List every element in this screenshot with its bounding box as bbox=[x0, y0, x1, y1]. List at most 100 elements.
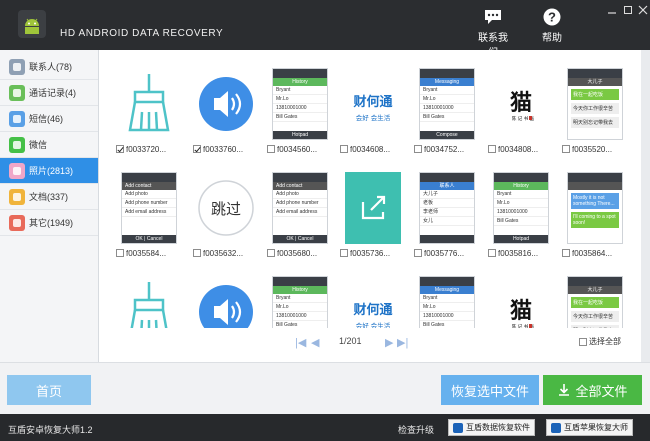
thumbnail-checkbox[interactable] bbox=[267, 145, 275, 153]
recover-selected-button[interactable]: 恢复选中文件 bbox=[441, 375, 539, 405]
close-icon[interactable] bbox=[637, 4, 649, 16]
mock-header: History bbox=[273, 286, 327, 294]
photo-thumbnail[interactable]: HistoryBryantMr.Lo13810001000Bill GatesH… bbox=[488, 172, 551, 258]
photo-thumbnail[interactable]: HistoryBryantMr.Lo13810001000Bill GatesH… bbox=[267, 68, 330, 154]
thumbnail-checkbox[interactable] bbox=[488, 249, 496, 257]
thumbnail-image[interactable]: Messaging Bryant Mr.Lo 13810001000 Bill Gate… bbox=[419, 68, 475, 140]
sidebar-item-sms[interactable]: 短信(46) bbox=[0, 106, 98, 132]
select-all-checkbox[interactable]: 选择全部 bbox=[579, 336, 621, 347]
photo-thumbnail[interactable] bbox=[198, 276, 256, 328]
thumbnail-image[interactable]: Add contact Add photo Add phone number Add … bbox=[121, 172, 177, 244]
thumbnail-image[interactable] bbox=[345, 172, 401, 244]
photo-thumbnail[interactable]: f0033760... bbox=[193, 68, 256, 154]
mock-header: 联系人 bbox=[420, 182, 474, 190]
photo-thumbnail[interactable]: HistoryBryantMr.Lo13810001000Bill GatesH… bbox=[272, 276, 330, 328]
thumbnail-image[interactable]: 联系人 大儿子 老板 李老师 女儿 bbox=[419, 172, 475, 244]
select-all-box[interactable] bbox=[579, 337, 587, 346]
thumbnail-checkbox[interactable] bbox=[116, 145, 124, 153]
sidebar-item-call-log[interactable]: 通话记录(4) bbox=[0, 80, 98, 106]
mock-row: Add phone number bbox=[273, 199, 327, 208]
thumbnail-checkbox[interactable] bbox=[340, 249, 348, 257]
minimize-icon[interactable] bbox=[606, 4, 618, 16]
sidebar-item-label: 短信(46) bbox=[29, 114, 64, 124]
thumbnail-checkbox[interactable] bbox=[562, 145, 570, 153]
sidebar-item-wechat[interactable]: 微信 bbox=[0, 132, 98, 158]
mock-row: Mr.Lo bbox=[420, 95, 474, 104]
thumbnail-image[interactable]: HistoryBryantMr.Lo13810001000Bill GatesH… bbox=[493, 172, 549, 244]
check-upgrade-link[interactable]: 检查升级 bbox=[398, 423, 434, 436]
mock-row: Mr.Lo bbox=[420, 303, 474, 312]
prev-page-icon[interactable]: ◀ bbox=[311, 336, 319, 349]
help-button[interactable]: ? 帮助 bbox=[540, 8, 564, 44]
sidebar-item-label: 文档(337) bbox=[29, 192, 69, 202]
last-page-icon[interactable]: ▶| bbox=[397, 336, 408, 349]
photo-thumbnail[interactable]: Messaging Bryant Mr.Lo 13810001000 Bill Gate… bbox=[414, 68, 477, 154]
photo-thumbnail[interactable]: 跳过 f0035632... bbox=[193, 172, 256, 258]
thumbnail-image[interactable]: 大儿子我在一起吃饭今天你工作很辛苦明天别忘记带我去 bbox=[567, 276, 623, 328]
mock-row: 大儿子 bbox=[420, 190, 474, 199]
sidebar-item-contacts[interactable]: 联系人(78) bbox=[0, 54, 98, 80]
thumbnail-checkbox[interactable] bbox=[488, 145, 496, 153]
thumbnail-checkbox[interactable] bbox=[414, 145, 422, 153]
thumbnail-checkbox[interactable] bbox=[267, 249, 275, 257]
chat-bubble: I'll coming to a spot soon! bbox=[571, 212, 619, 228]
thumbnail-image[interactable]: 财何通 会好 会生活 bbox=[345, 68, 401, 140]
thumbnail-checkbox[interactable] bbox=[562, 249, 570, 257]
mock-row: 13810001000 bbox=[273, 104, 327, 113]
thumbnail-image[interactable] bbox=[198, 276, 254, 328]
thumbnail-image[interactable]: HistoryBryantMr.Lo13810001000Bill GatesH… bbox=[272, 276, 328, 328]
maximize-icon[interactable] bbox=[622, 4, 634, 16]
thumbnail-image[interactable] bbox=[198, 68, 254, 140]
recover-all-button[interactable]: 全部文件 bbox=[543, 375, 642, 405]
first-page-icon[interactable]: |◀ bbox=[295, 336, 306, 349]
mock-header: Messaging bbox=[420, 286, 474, 294]
sms-icon bbox=[9, 110, 25, 127]
thumbnail-image[interactable]: 猫陈 记 书 画 bbox=[493, 68, 549, 140]
thumbnail-image[interactable]: Mostly it is not something There... I'll … bbox=[567, 172, 623, 244]
photo-thumbnail[interactable]: 联系人 大儿子 老板 李老师 女儿 f0035776... bbox=[414, 172, 477, 258]
speaker-icon bbox=[198, 276, 254, 328]
next-page-icon[interactable]: ▶ bbox=[385, 336, 393, 349]
sidebar-item-photo[interactable]: 照片(2813) bbox=[0, 158, 98, 184]
thumbnail-caption: f0035864... bbox=[562, 247, 626, 259]
mock-ok: OK bbox=[286, 236, 294, 242]
thumbnail-checkbox[interactable] bbox=[116, 249, 124, 257]
thumbnail-checkbox[interactable] bbox=[414, 249, 422, 257]
thumbnail-image[interactable]: 大儿子我在一起吃饭今天你工作很辛苦明天别忘记带我去 bbox=[567, 68, 623, 140]
chat-bubble: 我在一起吃饭 bbox=[571, 89, 619, 100]
sidebar-item-document[interactable]: 文档(337) bbox=[0, 184, 98, 210]
thumbnail-image[interactable]: 跳过 bbox=[198, 172, 254, 244]
apple-recovery-button[interactable]: 互盾苹果恢复大师 bbox=[546, 419, 633, 436]
thumbnail-image[interactable] bbox=[121, 276, 177, 328]
thumbnail-checkbox[interactable] bbox=[340, 145, 348, 153]
thumbnail-image[interactable]: HistoryBryantMr.Lo13810001000Bill GatesH… bbox=[272, 68, 328, 140]
data-recovery-software-button[interactable]: 互盾数据恢复软件 bbox=[448, 419, 535, 436]
photo-thumbnail[interactable]: 大儿子 我在一起吃饭 今天你工作很辛苦 明天别忘记带我去 f0035520... bbox=[562, 68, 625, 154]
photo-thumbnail[interactable]: 财何通 会好 会生活 bbox=[345, 276, 403, 328]
thumbnail-checkbox[interactable] bbox=[193, 249, 201, 257]
thumbnail-image[interactable] bbox=[121, 68, 177, 140]
photo-thumbnail[interactable]: Messaging Bryant Mr.Lo 13810001000 Bill Gate… bbox=[419, 276, 477, 328]
scrollbar[interactable] bbox=[641, 50, 650, 362]
finance-sub: 会好 会生活 bbox=[356, 321, 391, 328]
home-button[interactable]: 首页 bbox=[7, 375, 91, 405]
photo-thumbnail[interactable] bbox=[121, 276, 179, 328]
photo-thumbnail[interactable]: f0035736... bbox=[340, 172, 403, 258]
thumbnail-image[interactable]: Messaging Bryant Mr.Lo 13810001000 Bill Gate… bbox=[419, 276, 475, 328]
photo-thumbnail[interactable]: 猫陈 记 书 画 bbox=[493, 276, 551, 328]
photo-thumbnail[interactable]: 大儿子我在一起吃饭今天你工作很辛苦明天别忘记带我去 bbox=[567, 276, 625, 328]
photo-thumbnail[interactable]: 猫陈 记 书 画 f0034808... bbox=[488, 68, 551, 154]
mock-row: 13810001000 bbox=[494, 208, 548, 217]
photo-thumbnail[interactable]: f0033720... bbox=[116, 68, 179, 154]
thumbnail-checkbox[interactable] bbox=[193, 145, 201, 153]
photo-thumbnail[interactable]: Mostly it is not something There... I'll … bbox=[562, 172, 625, 258]
thumbnail-image[interactable]: Add contact Add photo Add phone number Add … bbox=[272, 172, 328, 244]
thumbnail-image[interactable]: 猫陈 记 书 画 bbox=[493, 276, 549, 328]
sidebar-item-other[interactable]: 其它(1949) bbox=[0, 210, 98, 236]
photo-thumbnail[interactable]: 财何通 会好 会生活 f0034608... bbox=[340, 68, 403, 154]
photo-thumbnail[interactable]: Add contact Add photo Add phone number Add … bbox=[267, 172, 330, 258]
chat-screen: Mostly it is not something There... I'll … bbox=[567, 172, 623, 244]
thumbnail-image[interactable]: 财何通 会好 会生活 bbox=[345, 276, 401, 328]
messaging-screen: Messaging Bryant Mr.Lo 13810001000 Bill Gate… bbox=[419, 276, 475, 328]
photo-thumbnail[interactable]: Add contact Add photo Add phone number Add … bbox=[116, 172, 179, 258]
